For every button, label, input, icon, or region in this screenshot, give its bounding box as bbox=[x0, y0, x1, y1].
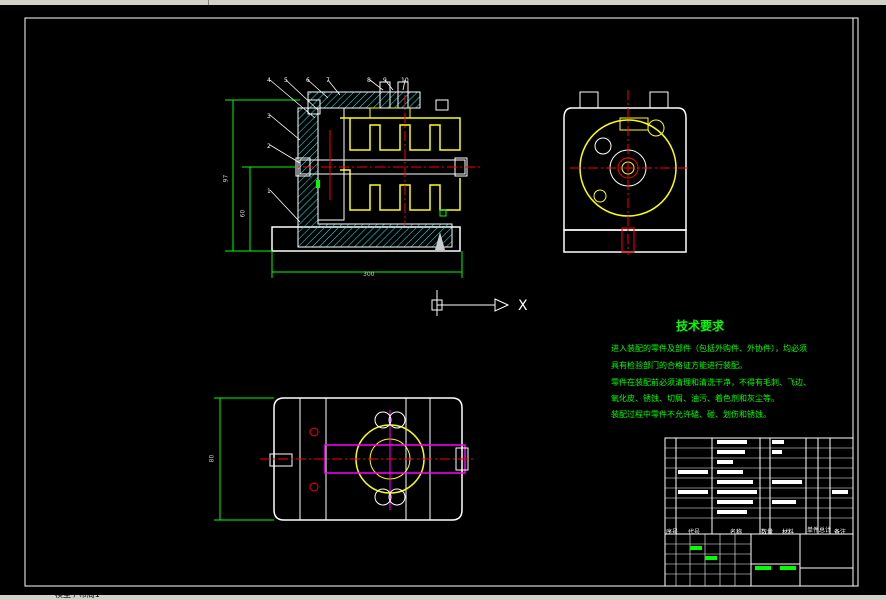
balloon-5: 5 bbox=[284, 77, 288, 84]
tb-header-name: 名称 bbox=[730, 529, 743, 536]
layout-tab-strip: 模型 / 布局1 bbox=[0, 590, 886, 600]
side-view bbox=[563, 90, 690, 255]
layout-tab-label[interactable]: 模型 / 布局1 bbox=[55, 590, 100, 600]
tb-header-unit: 单件 bbox=[807, 527, 820, 534]
tb-header-index: 序号 bbox=[666, 529, 679, 536]
balloon-9: 9 bbox=[383, 77, 387, 84]
tech-requirement-line: 装配过程中零件不允许磕、碰、划伤和锈蚀。 bbox=[611, 410, 771, 419]
dimension-overall-height: 97 bbox=[222, 174, 230, 183]
balloon-8: 8 bbox=[367, 77, 371, 84]
top-view bbox=[214, 397, 475, 521]
tech-requirement-line: 进入装配的零件及部件（包括外购件、外协件），均必须 bbox=[611, 344, 807, 353]
balloon-3: 3 bbox=[267, 113, 271, 120]
dimension-base-width: 300 bbox=[363, 271, 375, 278]
balloon-4: 4 bbox=[267, 77, 271, 84]
balloon-2: 2 bbox=[267, 143, 271, 150]
dimension-plan-height: 80 bbox=[208, 454, 216, 463]
ucs-axis-icon bbox=[431, 290, 510, 316]
front-view bbox=[225, 79, 480, 278]
balloon-6: 6 bbox=[306, 77, 310, 84]
dimension-base-height: 60 bbox=[239, 209, 247, 218]
balloon-10: 10 bbox=[401, 77, 409, 84]
tb-header-remark: 备注 bbox=[834, 529, 847, 536]
tb-header-code: 代号 bbox=[688, 529, 701, 536]
tech-requirements-title: 技术要求 bbox=[676, 319, 725, 333]
tb-header-qty: 数量 bbox=[761, 529, 774, 536]
drawing-svg bbox=[24, 17, 859, 587]
tb-header-material: 材料 bbox=[782, 529, 795, 536]
balloon-1: 1 bbox=[267, 188, 271, 195]
tech-requirement-line: 氧化皮、锈蚀、切屑、油污、着色剂和灰尘等。 bbox=[611, 394, 779, 403]
title-block bbox=[664, 437, 854, 587]
ucs-x-label: X bbox=[518, 298, 528, 314]
tech-requirement-line: 具有检验部门的合格证方能进行装配。 bbox=[611, 361, 747, 370]
cad-drawing-canvas[interactable]: 97 60 300 80 1 2 3 4 5 6 7 8 9 10 X 技术要求… bbox=[0, 5, 886, 595]
tb-header-total: 总计 bbox=[819, 527, 832, 534]
balloon-7: 7 bbox=[326, 77, 330, 84]
tech-requirement-line: 零件在装配前必须清理和清洗干净，不得有毛刺、飞边、 bbox=[611, 378, 811, 387]
